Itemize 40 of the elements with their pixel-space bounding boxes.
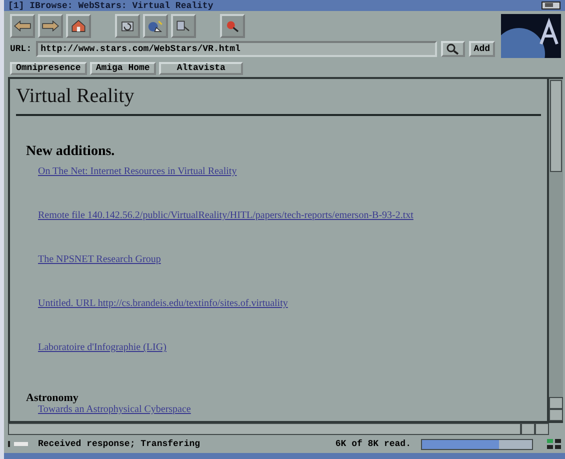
globe-logo-drawing (501, 14, 561, 58)
section-heading: Astronomy (26, 392, 78, 404)
search-button[interactable] (440, 41, 465, 57)
source-button[interactable] (171, 14, 196, 38)
link[interactable]: Towards an Astrophysical Cyberspace (38, 404, 191, 415)
scroll-up-button[interactable] (549, 397, 563, 409)
url-field[interactable]: http://www.stars.com/WebStars/VR.html (36, 41, 437, 57)
images-button[interactable] (143, 14, 168, 38)
page-title: Virtual Reality (16, 85, 136, 108)
window-title: [1] IBrowse: WebStars: Virtual Reality (8, 0, 214, 10)
scroll-right-button[interactable] (535, 423, 549, 435)
forward-button[interactable] (38, 14, 63, 38)
stop-button[interactable] (220, 14, 245, 38)
link[interactable]: Laboratoire d'Infographie (LIG) (38, 342, 166, 353)
right-arrow-icon (41, 18, 60, 34)
depth-gadget-icon[interactable] (541, 1, 561, 10)
section-heading: New additions. (26, 144, 115, 160)
home-icon (69, 18, 88, 34)
url-label: URL: (10, 44, 32, 54)
reload-button[interactable] (115, 14, 140, 38)
picture-icon (146, 18, 165, 34)
vertical-scrollbar[interactable] (547, 79, 563, 421)
link[interactable]: The NPSNET Research Group (38, 254, 161, 265)
hotlist-button[interactable]: Amiga Home (90, 62, 156, 75)
scroll-down-button[interactable] (549, 409, 563, 421)
home-button[interactable] (66, 14, 91, 38)
hotlist-button[interactable]: Omnipresence (10, 62, 87, 75)
hotlist-button[interactable]: Altavista (158, 62, 244, 75)
link[interactable]: On The Net: Internet Resources in Virtual Reality (38, 166, 237, 177)
horizontal-scrollbar[interactable] (8, 423, 521, 435)
progress-text: 6K of 8K read. (335, 439, 411, 449)
search-icon (446, 43, 460, 55)
add-button[interactable]: Add (468, 41, 495, 57)
left-arrow-icon (13, 18, 32, 34)
back-button[interactable] (10, 14, 35, 38)
link[interactable]: Remote file 140.142.56.2/public/VirtualReality/HITL/papers/tech-reports/emerson-B-93-2.txt (38, 210, 414, 221)
status-message: Received response; Transfering (38, 439, 202, 449)
link[interactable]: Untitled. URL http://cs.brandeis.edu/textinfo/sites.of.virtuality (38, 298, 288, 309)
scroll-thumb[interactable] (550, 80, 562, 172)
scroll-left-button[interactable] (521, 423, 535, 435)
